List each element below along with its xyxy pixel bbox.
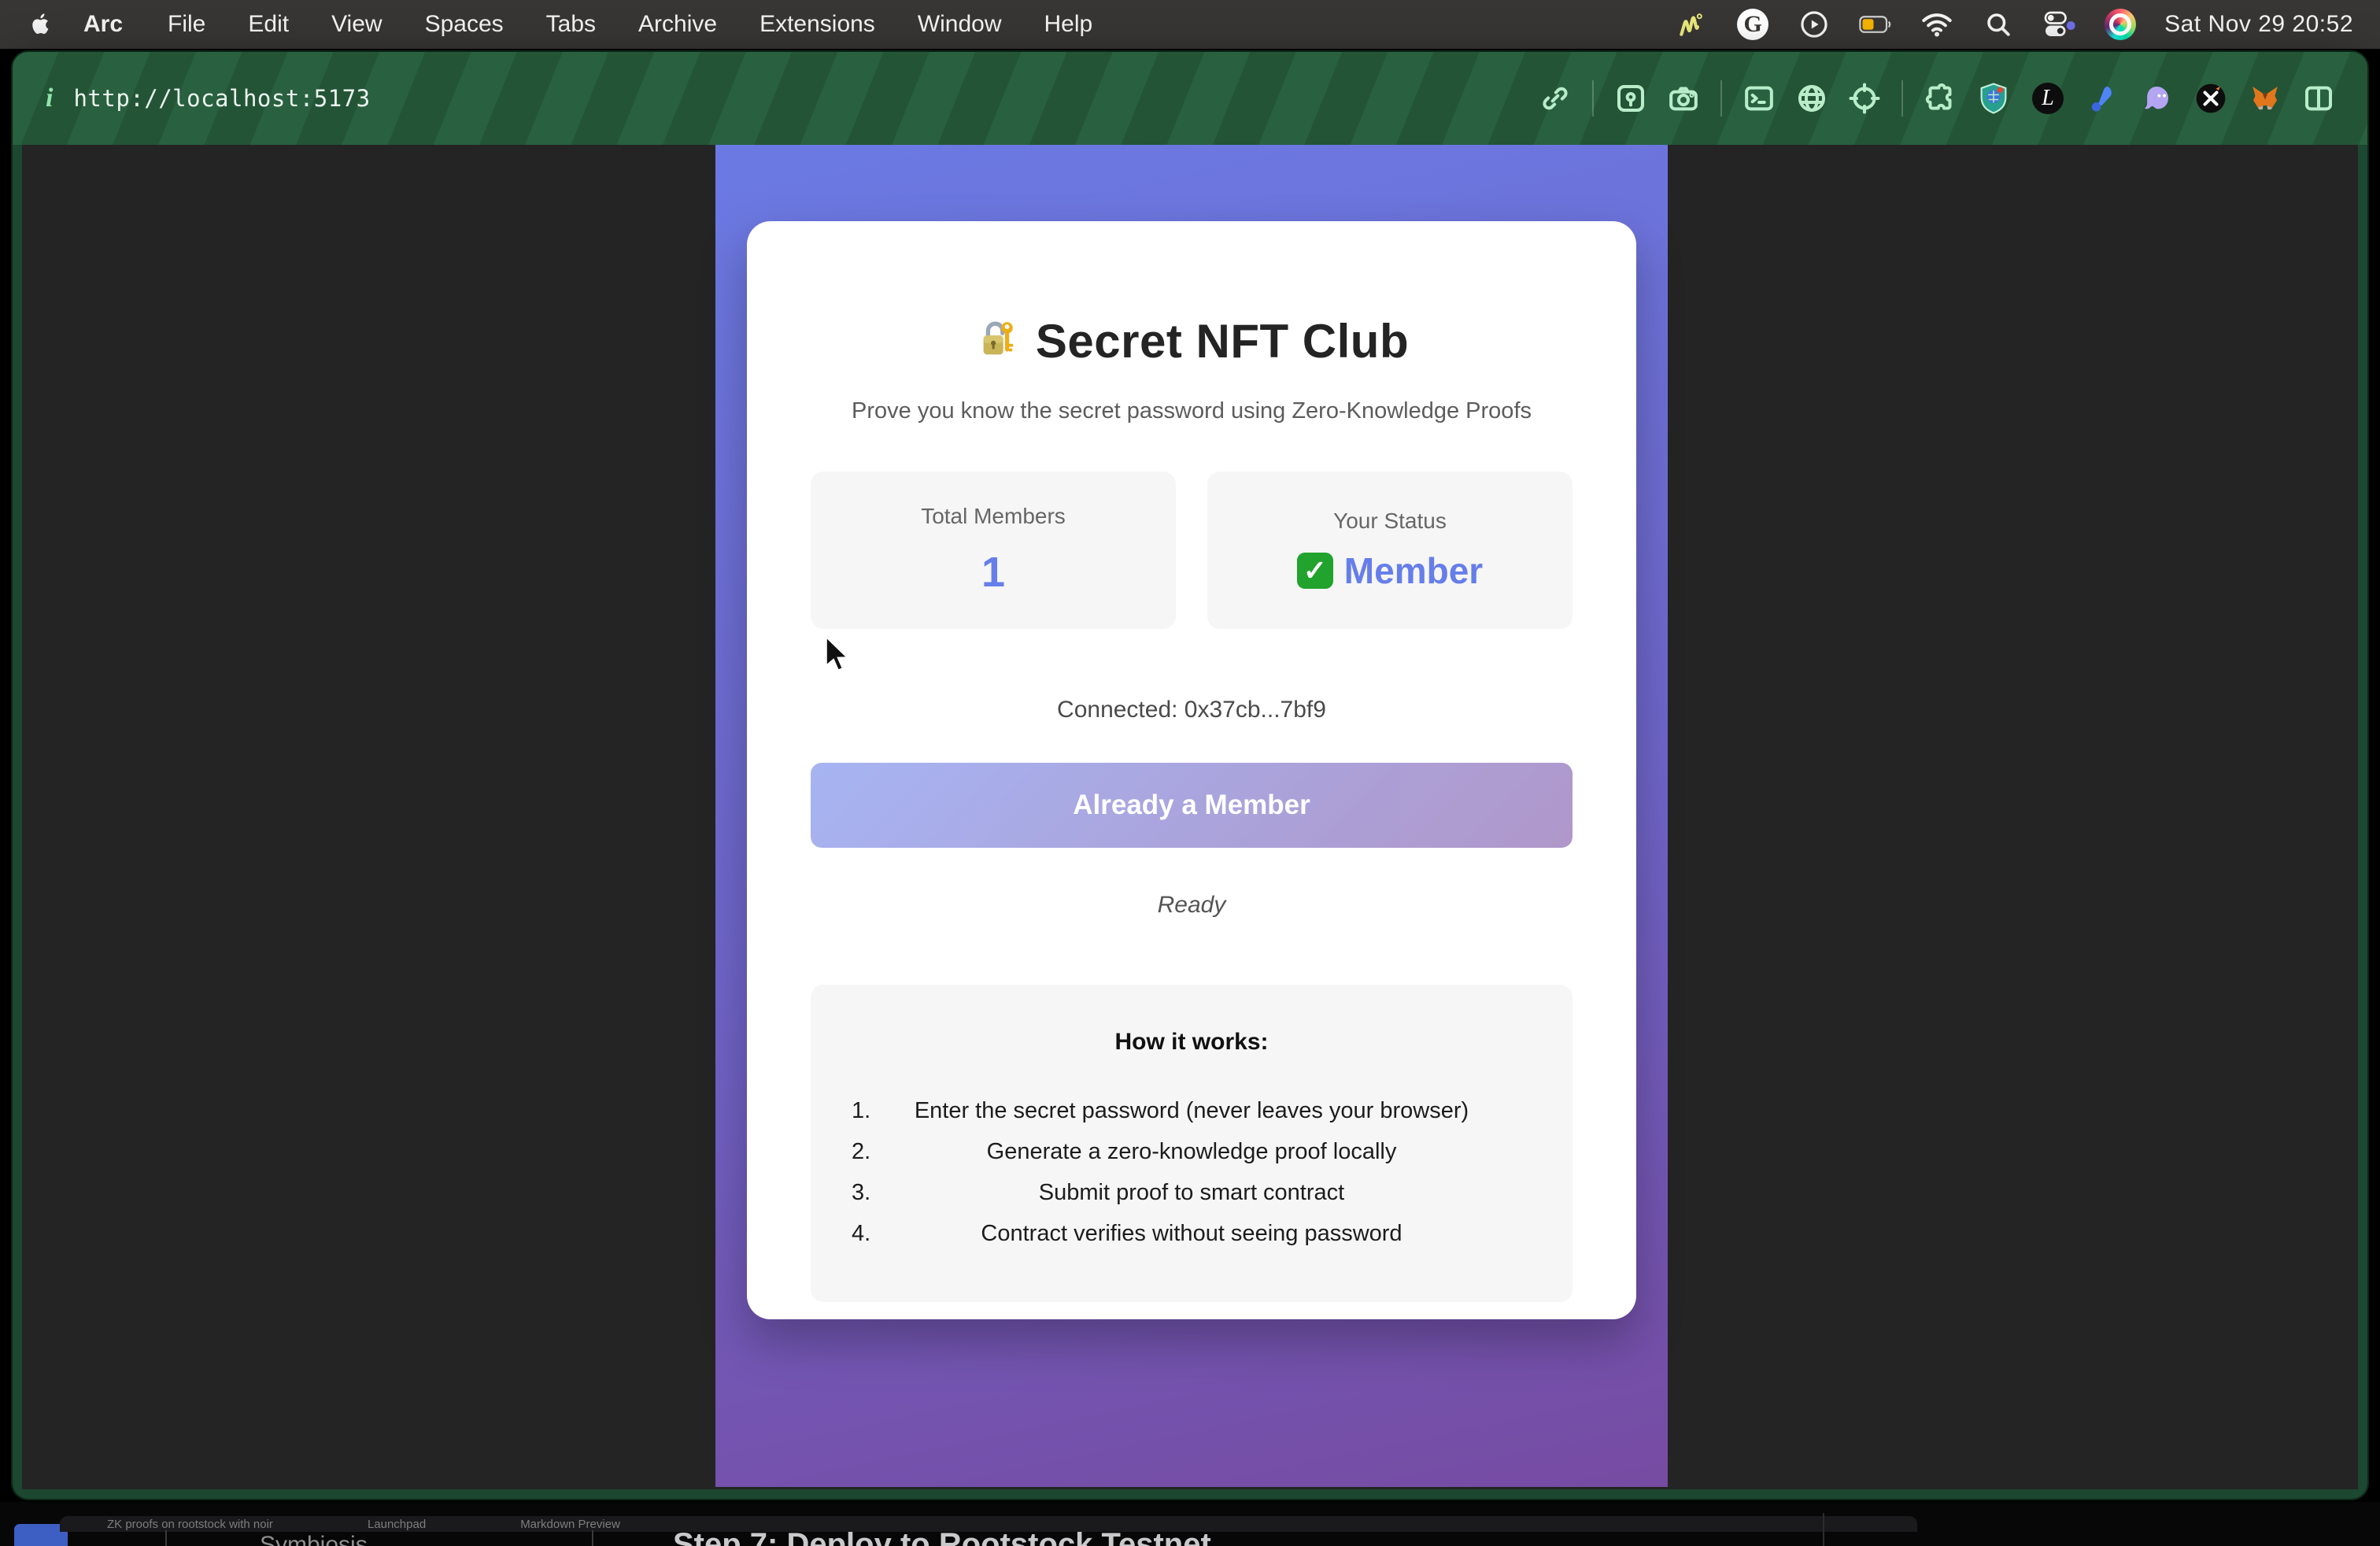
menu-bar-clock[interactable]: Sat Nov 29 20:52: [2164, 11, 2353, 38]
menu-edit[interactable]: Edit: [227, 11, 310, 38]
background-pane-edge: [1823, 1513, 1824, 1546]
total-members-label: Total Members: [921, 504, 1066, 529]
status-ready-text: Ready: [811, 892, 1572, 919]
menu-archive[interactable]: Archive: [617, 11, 738, 38]
menu-file[interactable]: File: [146, 11, 227, 38]
background-windows-strip: ZK proofs on rootstock with noir Launchp…: [0, 1502, 2380, 1546]
activity-chart-icon[interactable]: [1675, 8, 1708, 41]
how-it-works-heading: How it works:: [811, 1029, 1572, 1056]
background-window-titles: Symbiosis Step 7: Deploy to Rootstock Te…: [0, 1530, 2380, 1546]
page-subtitle: Prove you know the secret password using…: [811, 398, 1572, 424]
lock-with-key-icon: [974, 316, 1020, 366]
apple-logo-icon[interactable]: [30, 9, 57, 40]
how-it-works-list: 1. Enter the secret password (never leav…: [811, 1090, 1572, 1254]
browser-toolbar: i http://localhost:5173: [13, 52, 2367, 145]
phantom-wallet-icon[interactable]: [2140, 82, 2173, 115]
page-title-text: Secret NFT Club: [1036, 314, 1409, 368]
how-step-1: 1. Enter the secret password (never leav…: [811, 1090, 1572, 1131]
url-text[interactable]: http://localhost:5173: [73, 85, 370, 112]
menu-spaces[interactable]: Spaces: [404, 11, 525, 38]
background-title-step7[interactable]: Step 7: Deploy to Rootstock Testnet: [673, 1527, 1211, 1546]
app-gradient-background: Secret NFT Club Prove you know the secre…: [715, 145, 1668, 1487]
battery-icon[interactable]: [1859, 8, 1892, 41]
boost-icon[interactable]: [1615, 83, 1646, 114]
green-check-icon: ✓: [1297, 553, 1333, 589]
globe-icon[interactable]: [1796, 83, 1828, 114]
divider: [165, 1530, 167, 1546]
spotlight-search-icon[interactable]: [1982, 8, 2015, 41]
menu-extensions[interactable]: Extensions: [738, 11, 896, 38]
crosshair-icon[interactable]: [1849, 83, 1880, 114]
how-it-works-box: How it works: 1. Enter the secret passwo…: [811, 985, 1572, 1302]
grammarly-icon[interactable]: G: [1736, 8, 1769, 41]
menu-window[interactable]: Window: [896, 11, 1023, 38]
toolbar-actions: L: [1539, 80, 2334, 117]
copy-link-icon[interactable]: [1539, 83, 1571, 114]
site-info-icon[interactable]: i: [46, 83, 53, 113]
web-page-content: Secret NFT Club Prove you know the secre…: [22, 145, 2358, 1489]
x-extension-icon[interactable]: [2194, 82, 2227, 115]
already-a-member-button[interactable]: Already a Member: [811, 763, 1572, 848]
page-title: Secret NFT Club: [811, 314, 1572, 368]
how-step-2: 2. Generate a zero-knowledge proof local…: [811, 1131, 1572, 1172]
how-step-4: 4. Contract verifies without seeing pass…: [811, 1213, 1572, 1254]
address-bar[interactable]: i http://localhost:5173: [46, 83, 371, 113]
background-tab-title: Markdown Preview: [520, 1518, 620, 1531]
camera-icon[interactable]: [1668, 83, 1699, 114]
divider: [592, 1530, 593, 1546]
your-status-card: Your Status ✓ Member: [1207, 472, 1572, 629]
metamask-fox-icon[interactable]: [2249, 82, 2282, 115]
mouse-cursor: [820, 634, 855, 675]
menu-help[interactable]: Help: [1023, 11, 1114, 38]
background-tab-title: Launchpad: [368, 1518, 426, 1531]
menu-bar-status-area: G Sat Nov 29 20:52: [1675, 8, 2380, 41]
extensions-puzzle-icon[interactable]: [1924, 83, 1956, 114]
play-circle-icon[interactable]: [1798, 8, 1831, 41]
split-view-icon[interactable]: [2303, 83, 2334, 114]
total-members-card: Total Members 1: [811, 472, 1176, 629]
terminal-icon[interactable]: [1743, 83, 1775, 114]
control-center-icon[interactable]: [2043, 8, 2076, 41]
stats-row: Total Members 1 Your Status ✓ Member: [811, 472, 1572, 629]
how-step-3: 3. Submit proof to smart contract: [811, 1172, 1572, 1213]
rabbit-extension-icon[interactable]: [2086, 82, 2119, 115]
toolbar-divider: [1901, 80, 1903, 117]
shield-extension-icon[interactable]: [1977, 82, 2010, 115]
menu-tabs[interactable]: Tabs: [525, 11, 617, 38]
color-wheel-app-icon[interactable]: [2105, 9, 2136, 40]
menu-bar-left: Arc File Edit View Spaces Tabs Archive E…: [0, 9, 1114, 40]
secret-nft-club-card: Secret NFT Club Prove you know the secre…: [747, 221, 1636, 1319]
background-tab-title: ZK proofs on rootstock with noir: [107, 1518, 273, 1531]
toolbar-divider: [1592, 80, 1594, 117]
your-status-label: Your Status: [1333, 509, 1447, 534]
wifi-icon[interactable]: [1920, 8, 1953, 41]
menu-view[interactable]: View: [310, 11, 403, 38]
macos-menu-bar: Arc File Edit View Spaces Tabs Archive E…: [0, 0, 2380, 49]
script-l-extension-icon[interactable]: L: [2031, 82, 2064, 115]
total-members-value: 1: [981, 548, 1005, 597]
arc-browser-window: i http://localhost:5173: [11, 50, 2369, 1500]
membership-status: ✓ Member: [1297, 549, 1483, 592]
connected-wallet-text: Connected: 0x37cb...7bf9: [811, 697, 1572, 723]
background-title-symbiosis[interactable]: Symbiosis: [260, 1532, 368, 1546]
membership-status-text: Member: [1344, 549, 1483, 592]
menu-arc[interactable]: Arc: [57, 11, 146, 38]
toolbar-divider: [1720, 80, 1722, 117]
